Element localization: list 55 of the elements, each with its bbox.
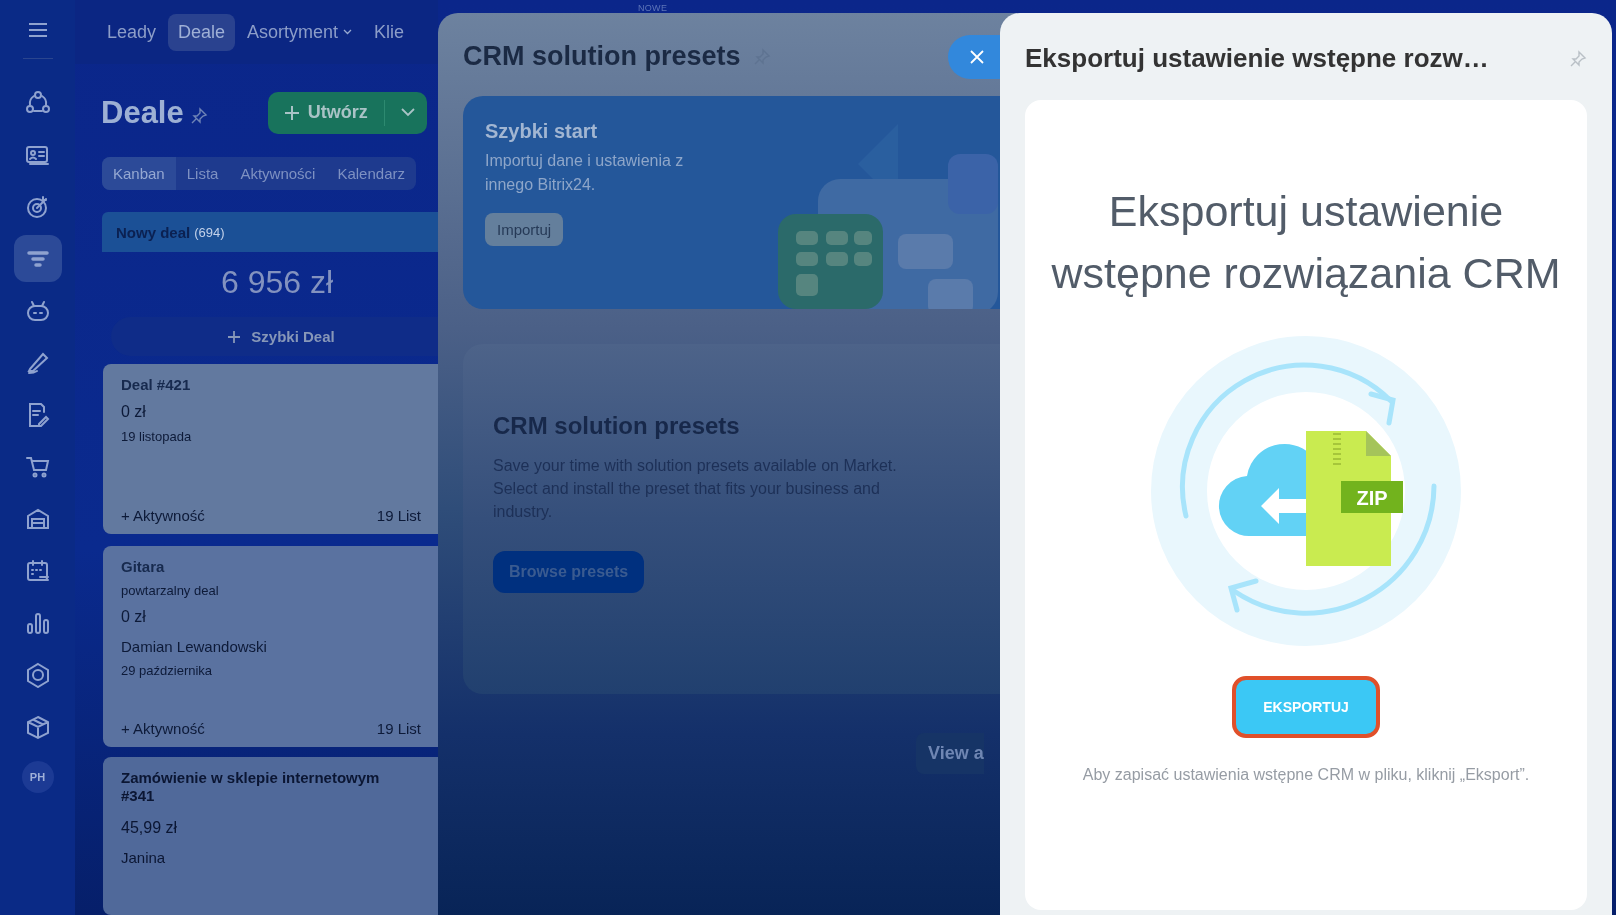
- user-avatar[interactable]: PH: [21, 761, 54, 793]
- deal-amount: 0 zł: [121, 403, 147, 422]
- deal-title[interactable]: Zamówienie w sklepie internetowym #341: [121, 768, 411, 805]
- view-all-button[interactable]: View a: [916, 733, 984, 774]
- create-button[interactable]: Utwórz: [267, 91, 427, 134]
- deal-title[interactable]: Deal #421: [121, 376, 425, 394]
- deal-subtitle: powtarzalny deal: [121, 583, 220, 599]
- nav-tab[interactable]: Asortyment: [237, 13, 363, 51]
- deal-contact[interactable]: Damian Lewandowski: [121, 638, 425, 656]
- column-count: (694): [194, 224, 225, 240]
- deal-amount: 45,99 zł: [121, 818, 179, 837]
- view-tab[interactable]: Kanban: [102, 157, 176, 191]
- nav-tab[interactable]: Deale: [168, 13, 236, 51]
- deal-card[interactable]: Deal #421 0 zł 19 listopada + Aktywność 19 List: [103, 364, 438, 535]
- close-button[interactable]: [948, 35, 1000, 79]
- close-icon: [970, 50, 984, 64]
- add-activity-link[interactable]: + Aktywność: [121, 719, 205, 737]
- nav-tab[interactable]: Leady: [97, 13, 167, 51]
- quick-deal-button[interactable]: Szybki Deal: [111, 316, 438, 357]
- browse-presets-button[interactable]: Browse presets: [493, 551, 645, 593]
- new-label: NOWE: [638, 3, 668, 13]
- card-title: Szybki start: [485, 120, 599, 143]
- view-tab[interactable]: Aktywności: [229, 157, 327, 191]
- zip-label: ZIP: [1356, 487, 1388, 509]
- deal-card[interactable]: Gitara powtarzalny deal 0 zł Damian Lewandowski 29 października + Aktywność 19 List: [103, 546, 438, 747]
- panel-title: Eksportuj ustawienie wstępne rozw…: [1025, 43, 1489, 74]
- deal-time: 19 List: [376, 719, 421, 737]
- import-button[interactable]: Importuj: [485, 213, 564, 246]
- view-tab[interactable]: Kalendarz: [326, 157, 416, 191]
- export-heading: Eksportuj ustawienie wstępne rozwiązania CRM: [1050, 186, 1562, 299]
- zip-file-icon: [1306, 431, 1403, 566]
- pin-icon[interactable]: [189, 106, 208, 125]
- view-tab[interactable]: Lista: [175, 157, 230, 191]
- deal-amount: 0 zł: [121, 608, 147, 627]
- deal-title[interactable]: Gitara: [121, 558, 425, 576]
- page-title: Deale: [101, 94, 184, 131]
- plus-icon: [283, 104, 300, 121]
- deal-time: 19 List: [376, 507, 421, 525]
- card-text: Importuj dane i ustawienia z innego Bitrix24.: [485, 151, 685, 195]
- nav-tab[interactable]: Klie: [364, 13, 415, 51]
- funnel-icon[interactable]: [13, 235, 62, 282]
- menu-icon[interactable]: [27, 22, 48, 38]
- panel-title: CRM solution presets: [463, 41, 741, 72]
- deal-card[interactable]: Zamówienie w sklepie internetowym #341 45,99 zł Janina: [103, 756, 438, 915]
- deal-date: 29 października: [121, 663, 214, 679]
- add-activity-link[interactable]: + Aktywność: [121, 507, 205, 525]
- column-title: Nowy deal: [116, 223, 191, 241]
- plus-icon: [227, 329, 242, 344]
- deal-contact[interactable]: Janina: [121, 848, 425, 866]
- deal-date: 19 listopada: [121, 429, 193, 445]
- card-title: CRM solution presets: [493, 412, 741, 440]
- column-total: 6 956 zł: [219, 262, 335, 302]
- caret-icon[interactable]: [400, 108, 415, 118]
- export-hint: Aby zapisać ustawienia wstępne CRM w pliku, kliknij „Eksport”.: [1082, 766, 1530, 784]
- export-button[interactable]: EKSPORTUJ: [1232, 676, 1380, 738]
